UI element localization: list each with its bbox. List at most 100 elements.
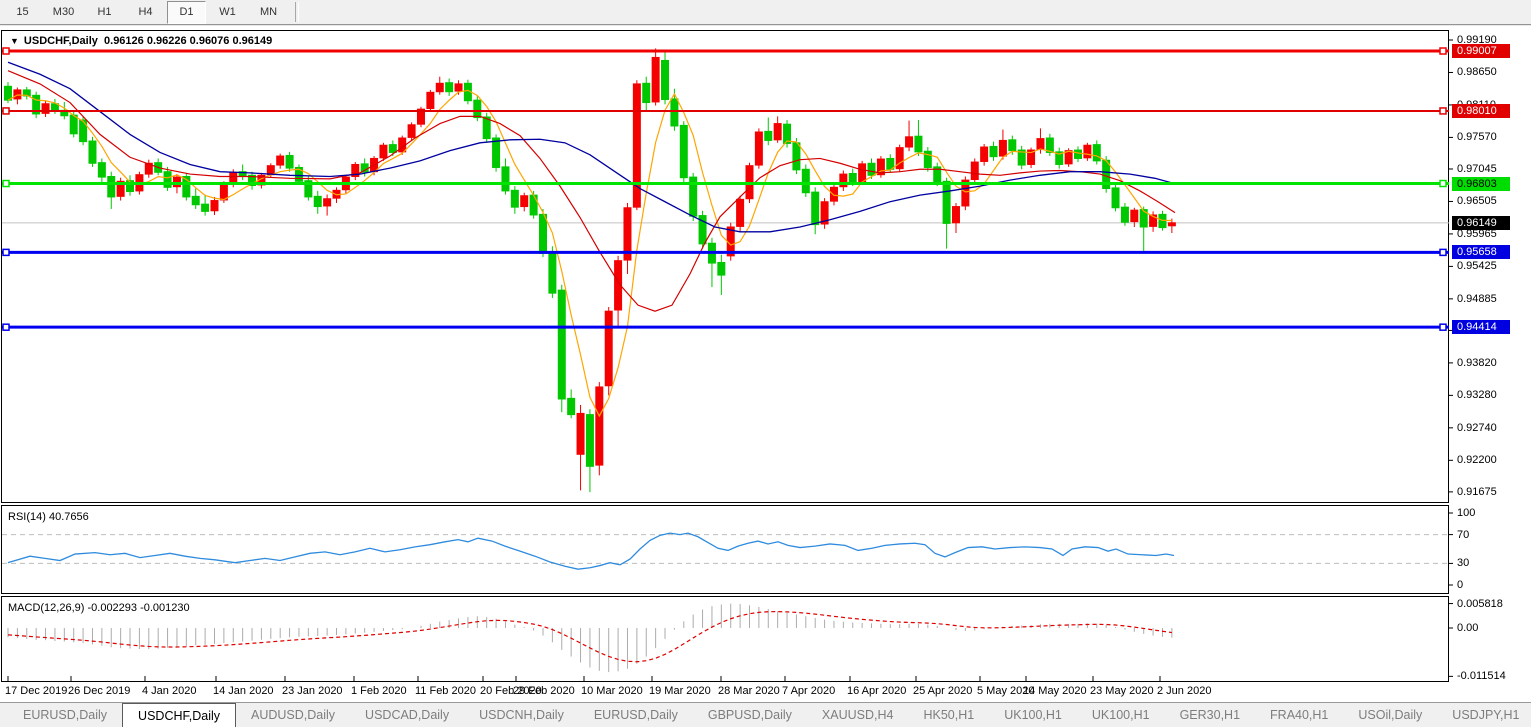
tab-item-usdjpy-h1[interactable]: USDJPY,H1 <box>1437 703 1531 725</box>
price-axis-label: 0.93820 <box>1457 357 1497 369</box>
candle-body <box>990 146 997 156</box>
timeframe-button-15[interactable]: 15 <box>3 1 42 24</box>
tab-item-usdchf-daily[interactable]: USDCHF,Daily <box>122 703 236 727</box>
chart-tab-bar: EURUSD,DailyUSDCHF,DailyAUDUSD,DailyUSDC… <box>0 702 1531 727</box>
price-axis-label: 0.97045 <box>1457 163 1497 175</box>
candle-body <box>540 214 547 253</box>
line-handle-left[interactable] <box>3 48 9 54</box>
tab-item-usoil-daily[interactable]: USOil,Daily <box>1343 703 1437 725</box>
candle-body <box>859 164 866 182</box>
candle-body <box>999 140 1006 156</box>
candle-body <box>802 169 809 192</box>
candle-body <box>793 143 800 170</box>
rsi-axis-label: 70 <box>1457 529 1469 541</box>
candle-body <box>549 253 556 293</box>
candle-body <box>70 115 77 134</box>
candle-body <box>80 120 87 142</box>
candle-body <box>906 137 913 147</box>
candle-body <box>1065 151 1072 164</box>
line-handle-left[interactable] <box>3 181 9 187</box>
price-badge: 0.96803 <box>1452 177 1510 191</box>
candle-body <box>389 145 396 153</box>
line-handle-right[interactable] <box>1440 249 1446 255</box>
rsi-axis-label: 0 <box>1457 579 1463 591</box>
candle-body <box>14 90 21 99</box>
line-handle-right[interactable] <box>1440 48 1446 54</box>
price-axis-label: 0.93280 <box>1457 389 1497 401</box>
candle-body <box>952 207 959 223</box>
timeframe-button-h1[interactable]: H1 <box>85 1 124 24</box>
tab-item-usdcad-daily[interactable]: USDCAD,Daily <box>350 703 464 725</box>
tab-item-eurusd-daily[interactable]: EURUSD,Daily <box>8 703 122 725</box>
candle-body <box>1093 145 1100 161</box>
candle-body <box>493 138 500 167</box>
candle-body <box>286 155 293 168</box>
date-label: 26 Dec 2019 <box>68 685 130 697</box>
line-handle-right[interactable] <box>1440 108 1446 114</box>
price-badge: 0.95658 <box>1452 245 1510 259</box>
price-badge: 0.98010 <box>1452 104 1510 118</box>
chart-symbol-label: USDCHF,Daily <box>24 35 98 47</box>
macd-axis-label: -0.011514 <box>1457 670 1506 682</box>
dropdown-arrow-icon[interactable]: ▼ <box>10 36 19 46</box>
timeframe-button-w1[interactable]: W1 <box>208 1 247 24</box>
timeframe-button-h4[interactable]: H4 <box>126 1 165 24</box>
candle-body <box>380 145 387 158</box>
candle-body <box>267 166 274 175</box>
timeframe-button-m30[interactable]: M30 <box>44 1 83 24</box>
candle-body <box>277 156 284 165</box>
date-label: 4 Jan 2020 <box>142 685 196 697</box>
date-label: 23 Jan 2020 <box>282 685 343 697</box>
tab-item-uk100-h1[interactable]: UK100,H1 <box>989 703 1077 725</box>
tab-item-ger30-h1[interactable]: GER30,H1 <box>1165 703 1255 725</box>
rsi-axis-label: 30 <box>1457 557 1469 569</box>
price-axis-label: 0.96505 <box>1457 195 1497 207</box>
candle-body <box>915 136 922 152</box>
chart-window: ▼USDCHF,Daily 0.96126 0.96226 0.96076 0.… <box>0 28 1531 702</box>
line-handle-left[interactable] <box>3 249 9 255</box>
candle-body <box>662 60 669 99</box>
candle-body <box>1168 223 1175 226</box>
candle-body <box>230 172 237 183</box>
candle-body <box>521 196 528 207</box>
line-handle-right[interactable] <box>1440 181 1446 187</box>
tab-item-eurusd-daily[interactable]: EURUSD,Daily <box>579 703 693 725</box>
candle-body <box>718 262 725 275</box>
toolbar-separator <box>295 2 299 22</box>
date-label: 14 Jan 2020 <box>213 685 274 697</box>
date-label: 16 Apr 2020 <box>847 685 906 697</box>
tab-item-fra40-h1[interactable]: FRA40,H1 <box>1255 703 1343 725</box>
tab-item-audusd-daily[interactable]: AUDUSD,Daily <box>236 703 350 725</box>
candle-body <box>108 176 115 196</box>
price-axis-label: 0.92740 <box>1457 422 1497 434</box>
line-handle-left[interactable] <box>3 108 9 114</box>
price-badge: 0.96149 <box>1452 216 1510 230</box>
timeframe-button-d1[interactable]: D1 <box>167 1 206 24</box>
date-label: 2 Jun 2020 <box>1157 685 1211 697</box>
candle-body <box>436 83 443 91</box>
line-handle-left[interactable] <box>3 324 9 330</box>
tab-item-uk100-h1[interactable]: UK100,H1 <box>1077 703 1165 725</box>
candle-body <box>849 173 856 182</box>
chart-canvas[interactable] <box>0 28 1531 702</box>
price-axis-label: 0.92200 <box>1457 454 1497 466</box>
candle-body <box>446 83 453 92</box>
candle-body <box>596 387 603 465</box>
macd-name: MACD(12,26,9) <box>8 602 84 614</box>
price-badge: 0.99007 <box>1452 44 1510 58</box>
candle-body <box>324 199 331 206</box>
candle-body <box>427 92 434 108</box>
tab-item-xauusd-h4[interactable]: XAUUSD,H4 <box>807 703 909 725</box>
candle-body <box>502 167 509 191</box>
mt4-window: 15M30H1H4D1W1MN ▼USDCHF,Daily 0.96126 0.… <box>0 0 1531 727</box>
tab-item-hk50-h1[interactable]: HK50,H1 <box>908 703 989 725</box>
candle-body <box>643 83 650 102</box>
line-handle-right[interactable] <box>1440 324 1446 330</box>
tab-item-gbpusd-daily[interactable]: GBPUSD,Daily <box>693 703 807 725</box>
timeframe-button-mn[interactable]: MN <box>249 1 288 24</box>
tab-item-usdcnh-daily[interactable]: USDCNH,Daily <box>464 703 579 725</box>
rsi-indicator-label: RSI(14) 40.7656 <box>8 511 89 523</box>
candle-body <box>314 196 321 206</box>
candle-body <box>408 125 415 138</box>
candle-body <box>511 190 518 207</box>
